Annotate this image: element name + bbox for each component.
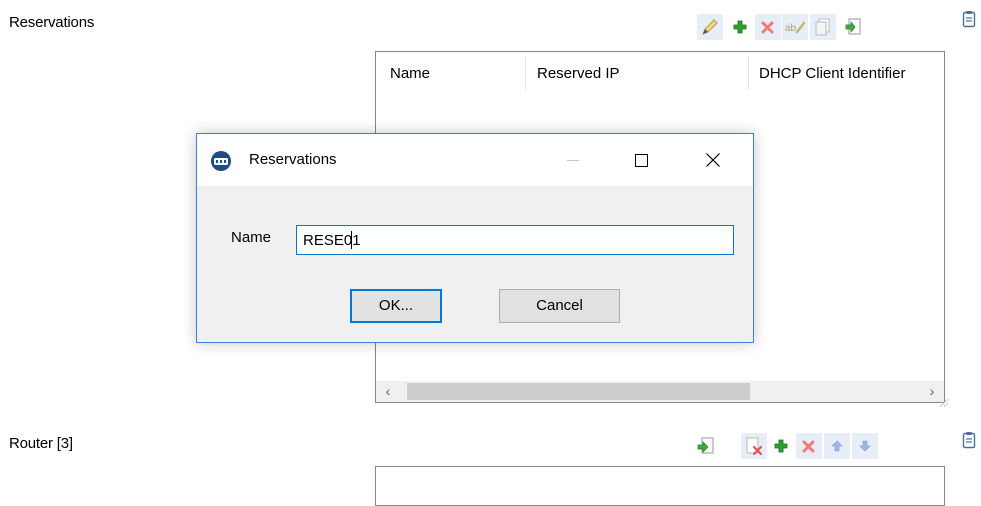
remove-icon <box>746 437 763 456</box>
dialog-title-bar[interactable]: Reservations <box>197 134 753 186</box>
delete-button[interactable] <box>755 14 781 40</box>
add-icon <box>774 439 788 453</box>
app-icon <box>211 151 231 171</box>
edit-icon <box>702 19 718 35</box>
router-section-title: Router [3] <box>9 435 73 452</box>
edit-button[interactable] <box>697 14 723 40</box>
router-add-button[interactable] <box>768 433 794 459</box>
close-icon <box>706 153 720 167</box>
column-separator[interactable] <box>748 56 749 90</box>
move-down-icon <box>859 440 871 452</box>
ok-button[interactable]: OK... <box>350 289 442 323</box>
column-header-dhcp-client-identifier[interactable]: DHCP Client Identifier <box>759 52 905 95</box>
horizontal-scrollbar[interactable]: ‹ › <box>376 381 944 402</box>
reservations-section-title: Reservations <box>9 14 95 31</box>
minimize-icon <box>567 160 579 161</box>
dialog-title: Reservations <box>249 151 337 168</box>
rename-icon: ab <box>785 21 806 34</box>
column-header-reserved-ip[interactable]: Reserved IP <box>537 52 620 95</box>
rename-button[interactable]: ab <box>782 14 808 40</box>
name-input[interactable] <box>296 225 734 255</box>
resize-grip-icon[interactable] <box>937 396 949 408</box>
add-icon <box>733 20 747 34</box>
move-up-icon <box>831 440 843 452</box>
router-move-down-button[interactable] <box>852 433 878 459</box>
column-separator[interactable] <box>525 56 526 90</box>
router-notes-button[interactable] <box>956 427 981 453</box>
import-button[interactable] <box>840 14 866 40</box>
notes-icon <box>962 11 976 28</box>
copy-icon <box>815 18 830 36</box>
list-header: Name Reserved IP DHCP Client Identifier <box>376 52 944 95</box>
copy-button[interactable] <box>810 14 836 40</box>
text-cursor <box>351 231 352 249</box>
notes-icon <box>962 432 976 449</box>
maximize-button[interactable] <box>618 134 664 186</box>
router-import-button[interactable] <box>693 433 719 459</box>
import-icon <box>697 437 714 454</box>
name-label: Name <box>231 229 272 246</box>
import-icon <box>845 18 861 35</box>
router-list[interactable] <box>375 466 945 506</box>
router-delete-button[interactable] <box>796 433 822 459</box>
delete-icon <box>761 21 774 34</box>
cancel-button[interactable]: Cancel <box>499 289 620 323</box>
add-button[interactable] <box>727 14 753 40</box>
delete-icon <box>802 440 815 453</box>
close-button[interactable] <box>690 134 736 186</box>
router-remove-button[interactable] <box>741 433 767 459</box>
reservations-dialog: Reservations Name OK... Cancel <box>196 133 754 343</box>
reservations-notes-button[interactable] <box>956 6 981 32</box>
maximize-icon <box>634 153 648 167</box>
router-move-up-button[interactable] <box>824 433 850 459</box>
scroll-left-arrow-icon[interactable]: ‹ <box>378 381 398 402</box>
svg-text:ab: ab <box>785 23 797 34</box>
minimize-button <box>550 134 596 186</box>
column-header-name[interactable]: Name <box>390 52 430 95</box>
scrollbar-thumb[interactable] <box>407 383 750 400</box>
